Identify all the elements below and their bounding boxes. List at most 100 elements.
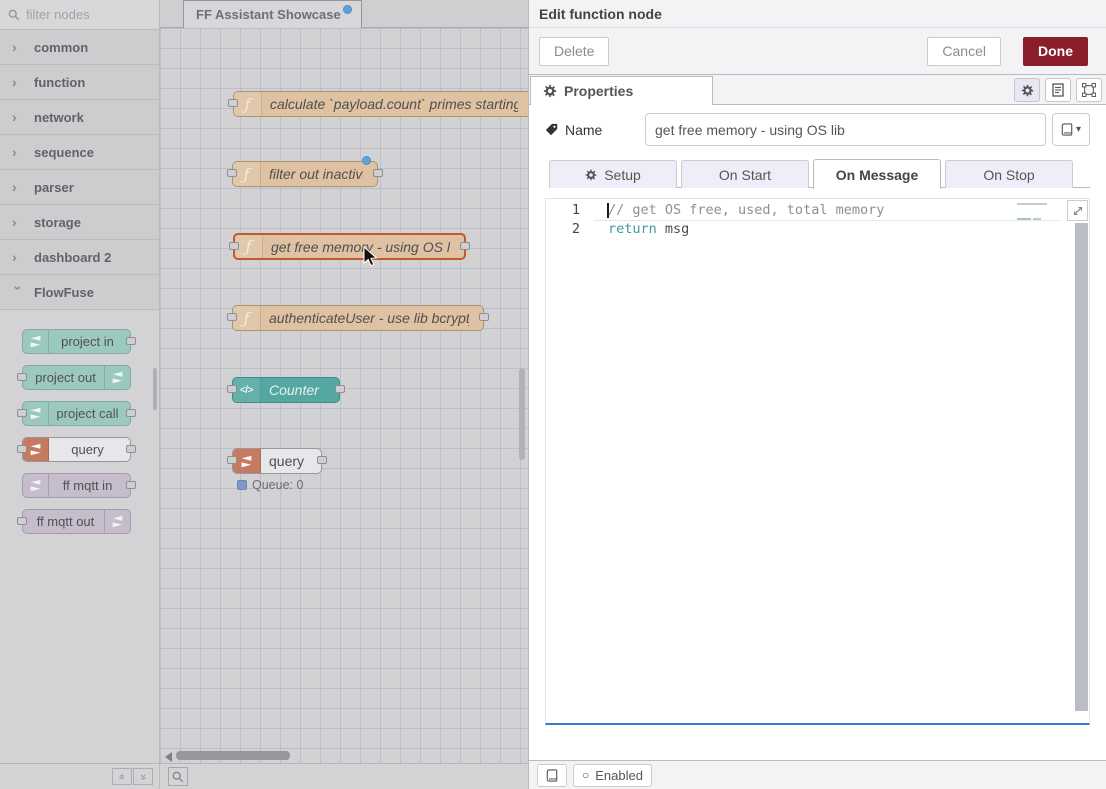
modified-dot-icon [362, 156, 371, 165]
palette-category-storage[interactable]: ›storage [0, 205, 159, 240]
node-port [479, 313, 489, 321]
palette-scroll-up-button[interactable]: » [112, 768, 132, 785]
palette-category-common[interactable]: ›common [0, 30, 159, 65]
function-icon: ƒ [233, 306, 261, 330]
book-icon [546, 769, 558, 782]
tab-on-stop[interactable]: On Stop [945, 160, 1073, 188]
tab-on-message[interactable]: On Message [813, 159, 941, 189]
chevron-right-icon: › [12, 144, 28, 160]
name-input[interactable] [645, 113, 1046, 146]
project-icon [23, 330, 49, 353]
canvas-node-filter-out-inactive[interactable]: ƒ filter out inactive [232, 161, 378, 187]
palette-category-dashboard2[interactable]: ›dashboard 2 [0, 240, 159, 275]
tray-toolbar: Delete Cancel Done [529, 28, 1106, 75]
library-button[interactable] [537, 764, 567, 787]
workspace-tab-bar: FF Assistant Showcase [160, 0, 528, 28]
tray-tab-row: Properties [529, 75, 1106, 105]
canvas-node-authenticate-user[interactable]: ƒ authenticateUser - use lib bcryptjs [232, 305, 484, 331]
editor-scrollbar[interactable] [1075, 223, 1088, 711]
palette-node-ff-mqtt-in[interactable]: ff mqtt in [22, 473, 131, 498]
palette-scrollbar[interactable] [153, 368, 157, 410]
status-dot-icon [237, 480, 247, 490]
palette-node-ff-mqtt-out[interactable]: ff mqtt out [22, 509, 131, 534]
editor-minimap [1017, 203, 1051, 224]
node-port [126, 445, 136, 453]
gear-icon [1021, 84, 1034, 97]
palette-category-parser[interactable]: ›parser [0, 170, 159, 205]
flow-tab-ff-assistant-showcase[interactable]: FF Assistant Showcase [183, 0, 362, 28]
palette-search-box [0, 0, 159, 30]
palette-category-flowfuse[interactable]: ›FlowFuse [0, 275, 159, 310]
node-port [17, 517, 27, 525]
scroll-left-arrow-icon[interactable] [165, 752, 172, 762]
canvas-node-calculate-primes[interactable]: ƒ calculate `payload.count` primes start… [233, 91, 528, 117]
canvas-node-counter[interactable]: </> Counter [232, 377, 340, 403]
node-port [227, 169, 237, 177]
node-port [126, 337, 136, 345]
edit-description-button[interactable] [1045, 78, 1071, 102]
node-port [17, 409, 27, 417]
appearance-icon [1082, 83, 1096, 97]
palette-scroll-down-button[interactable]: » [133, 768, 153, 785]
node-port [17, 445, 27, 453]
book-icon [1061, 123, 1073, 136]
library-dropdown-button[interactable]: ▾ [1052, 113, 1090, 146]
canvas-node-query[interactable]: query Queue: 0 [232, 448, 322, 474]
edit-properties-button[interactable] [1014, 78, 1040, 102]
node-port [126, 481, 136, 489]
chevron-down-icon: › [10, 286, 26, 302]
line-number: 2 [550, 220, 580, 239]
node-port [17, 373, 27, 381]
node-port [460, 242, 470, 250]
node-appearance-button[interactable] [1076, 78, 1102, 102]
caret-down-icon: ▾ [1076, 124, 1081, 135]
node-port [317, 456, 327, 464]
node-status: Queue: 0 [237, 478, 303, 492]
expand-icon [1072, 205, 1084, 217]
modified-dot-icon [343, 5, 352, 14]
canvas-horizontal-scrollbar[interactable] [160, 750, 528, 762]
gear-icon [543, 84, 557, 98]
editor-gutter: 1 2 [546, 199, 592, 723]
search-icon [172, 771, 184, 783]
node-red-editor: ›common ›function ›network ›sequence ›pa… [0, 0, 1106, 789]
node-port [229, 242, 239, 250]
editor-footer: » » [0, 763, 528, 789]
tab-setup[interactable]: Setup [549, 160, 677, 188]
canvas-grid[interactable] [160, 28, 528, 763]
chevron-right-icon: › [12, 74, 28, 90]
done-button[interactable]: Done [1023, 37, 1088, 66]
palette-node-project-call[interactable]: project call [22, 401, 131, 426]
workspace-canvas[interactable]: FF Assistant Showcase ƒ calculate `paylo… [160, 0, 528, 789]
document-icon [1052, 83, 1064, 97]
function-code-editor[interactable]: 1 2 // get OS free, used, total memory r… [545, 198, 1090, 725]
node-port [335, 385, 345, 393]
palette-category-sequence[interactable]: ›sequence [0, 135, 159, 170]
mqtt-icon [23, 474, 49, 497]
expand-editor-button[interactable] [1067, 200, 1088, 221]
palette-sidebar: ›common ›function ›network ›sequence ›pa… [0, 0, 160, 789]
enabled-toggle-button[interactable]: ○ Enabled [573, 764, 652, 787]
canvas-vertical-scrollbar[interactable] [519, 368, 525, 460]
project-icon [104, 366, 130, 389]
palette-node-project-out[interactable]: project out [22, 365, 131, 390]
palette-footer: » » [0, 764, 160, 789]
delete-button[interactable]: Delete [539, 37, 609, 66]
palette-category-network[interactable]: ›network [0, 100, 159, 135]
tab-properties[interactable]: Properties [530, 76, 713, 105]
name-field-row: Name ▾ [545, 113, 1090, 146]
function-icon: ƒ [235, 235, 263, 258]
palette-category-function[interactable]: ›function [0, 65, 159, 100]
cancel-button[interactable]: Cancel [927, 37, 1001, 66]
scrollbar-thumb[interactable] [176, 751, 290, 760]
node-port [228, 99, 238, 107]
tab-on-start[interactable]: On Start [681, 160, 809, 188]
node-port [227, 385, 237, 393]
palette-filter-input[interactable] [26, 7, 151, 22]
code-line-2: return msg [608, 220, 1063, 239]
canvas-node-get-free-memory[interactable]: ƒ get free memory - using OS lib [233, 233, 466, 260]
palette-node-query[interactable]: query [22, 437, 131, 462]
search-icon [8, 9, 20, 21]
palette-node-project-in[interactable]: project in [22, 329, 131, 354]
search-flows-button[interactable] [168, 767, 188, 786]
